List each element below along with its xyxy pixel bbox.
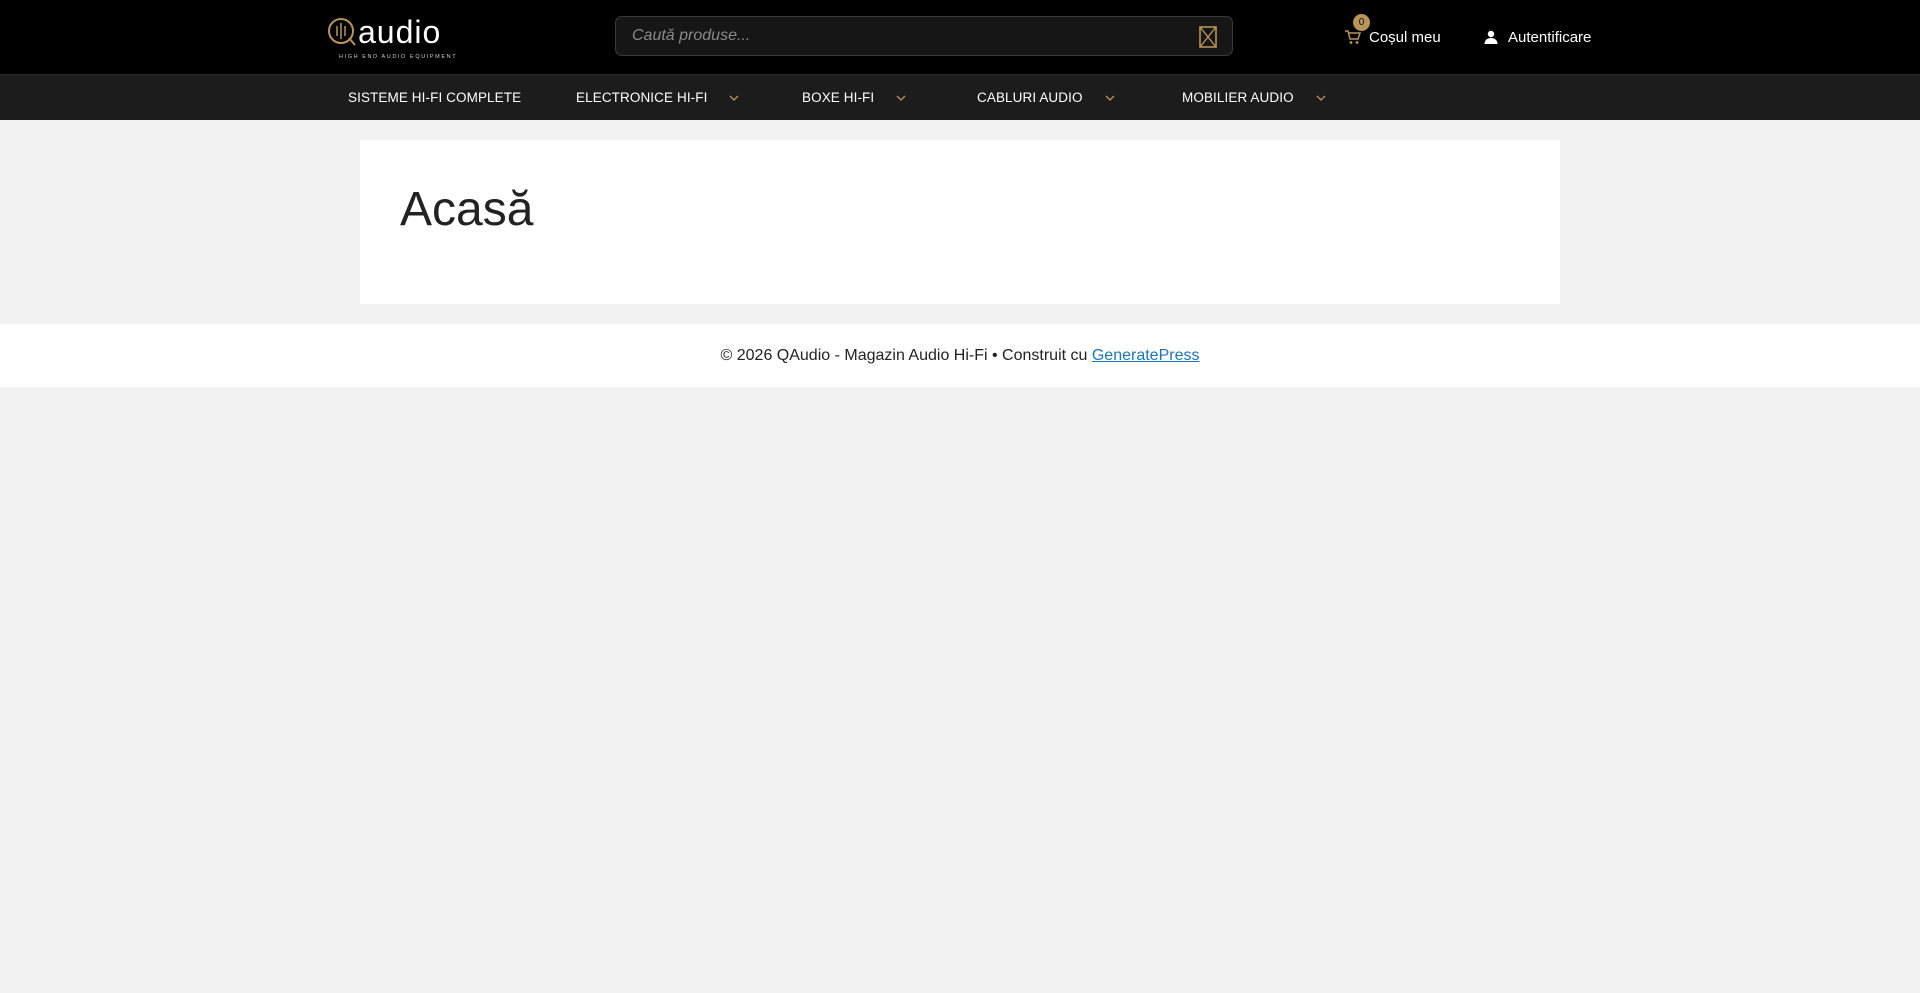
site-logo[interactable]: audio HIGH END AUDIO EQUIPMENT [327,12,477,60]
nav-item-sisteme-hi-fi-complete[interactable]: SISTEME HI-FI COMPLETE [348,75,521,120]
cart-label: Coșul meu [1369,28,1441,46]
svg-text:HIGH END AUDIO EQUIPMENT: HIGH END AUDIO EQUIPMENT [339,54,457,60]
nav-item-cabluri-audio[interactable]: CABLURI AUDIO [977,75,1115,120]
logo-icon: audio HIGH END AUDIO EQUIPMENT [328,14,457,60]
search-icon[interactable] [1198,26,1218,48]
main-navigation: SISTEME HI-FI COMPLETE ELECTRONICE HI-FI… [0,75,1920,120]
nav-item-label: SISTEME HI-FI COMPLETE [348,90,522,105]
svg-text:audio: audio [358,14,441,50]
cart-button[interactable]: 0 Coșul meu [1344,14,1441,52]
cart-count-badge: 0 [1353,14,1370,31]
login-label: Autentificare [1508,28,1592,46]
nav-item-mobilier-audio[interactable]: MOBILIER AUDIO [1182,75,1326,120]
chevron-down-icon [896,95,906,101]
nav-item-label: BOXE HI-FI [802,90,875,105]
chevron-down-icon [1316,95,1326,101]
site-header: audio HIGH END AUDIO EQUIPMENT 0 Coșul m… [0,0,1920,75]
login-button[interactable]: Autentificare [1484,22,1591,52]
page-title: Acasă [400,183,534,236]
nav-item-label: CABLURI AUDIO [977,90,1083,105]
copyright-text: © 2026 QAudio - Magazin Audio Hi-Fi • Co… [720,346,1092,364]
generatepress-link[interactable]: GeneratePress [1092,347,1200,364]
cart-icon: 0 [1344,14,1370,45]
nav-item-electronice-hi-fi[interactable]: ELECTRONICE HI-FI [576,75,739,120]
search-input[interactable] [616,17,1176,55]
nav-item-label: ELECTRONICE HI-FI [576,90,708,105]
page-content: Acasă [360,140,1560,304]
site-footer: © 2026 QAudio - Magazin Audio Hi-Fi • Co… [0,324,1920,387]
search-bar [615,16,1233,56]
footer-text: © 2026 QAudio - Magazin Audio Hi-Fi • Co… [721,347,1200,365]
chevron-down-icon [1105,95,1115,101]
nav-item-boxe-hi-fi[interactable]: BOXE HI-FI [802,75,906,120]
chevron-down-icon [730,95,739,101]
user-icon [1484,30,1498,44]
nav-item-label: MOBILIER AUDIO [1182,90,1294,105]
